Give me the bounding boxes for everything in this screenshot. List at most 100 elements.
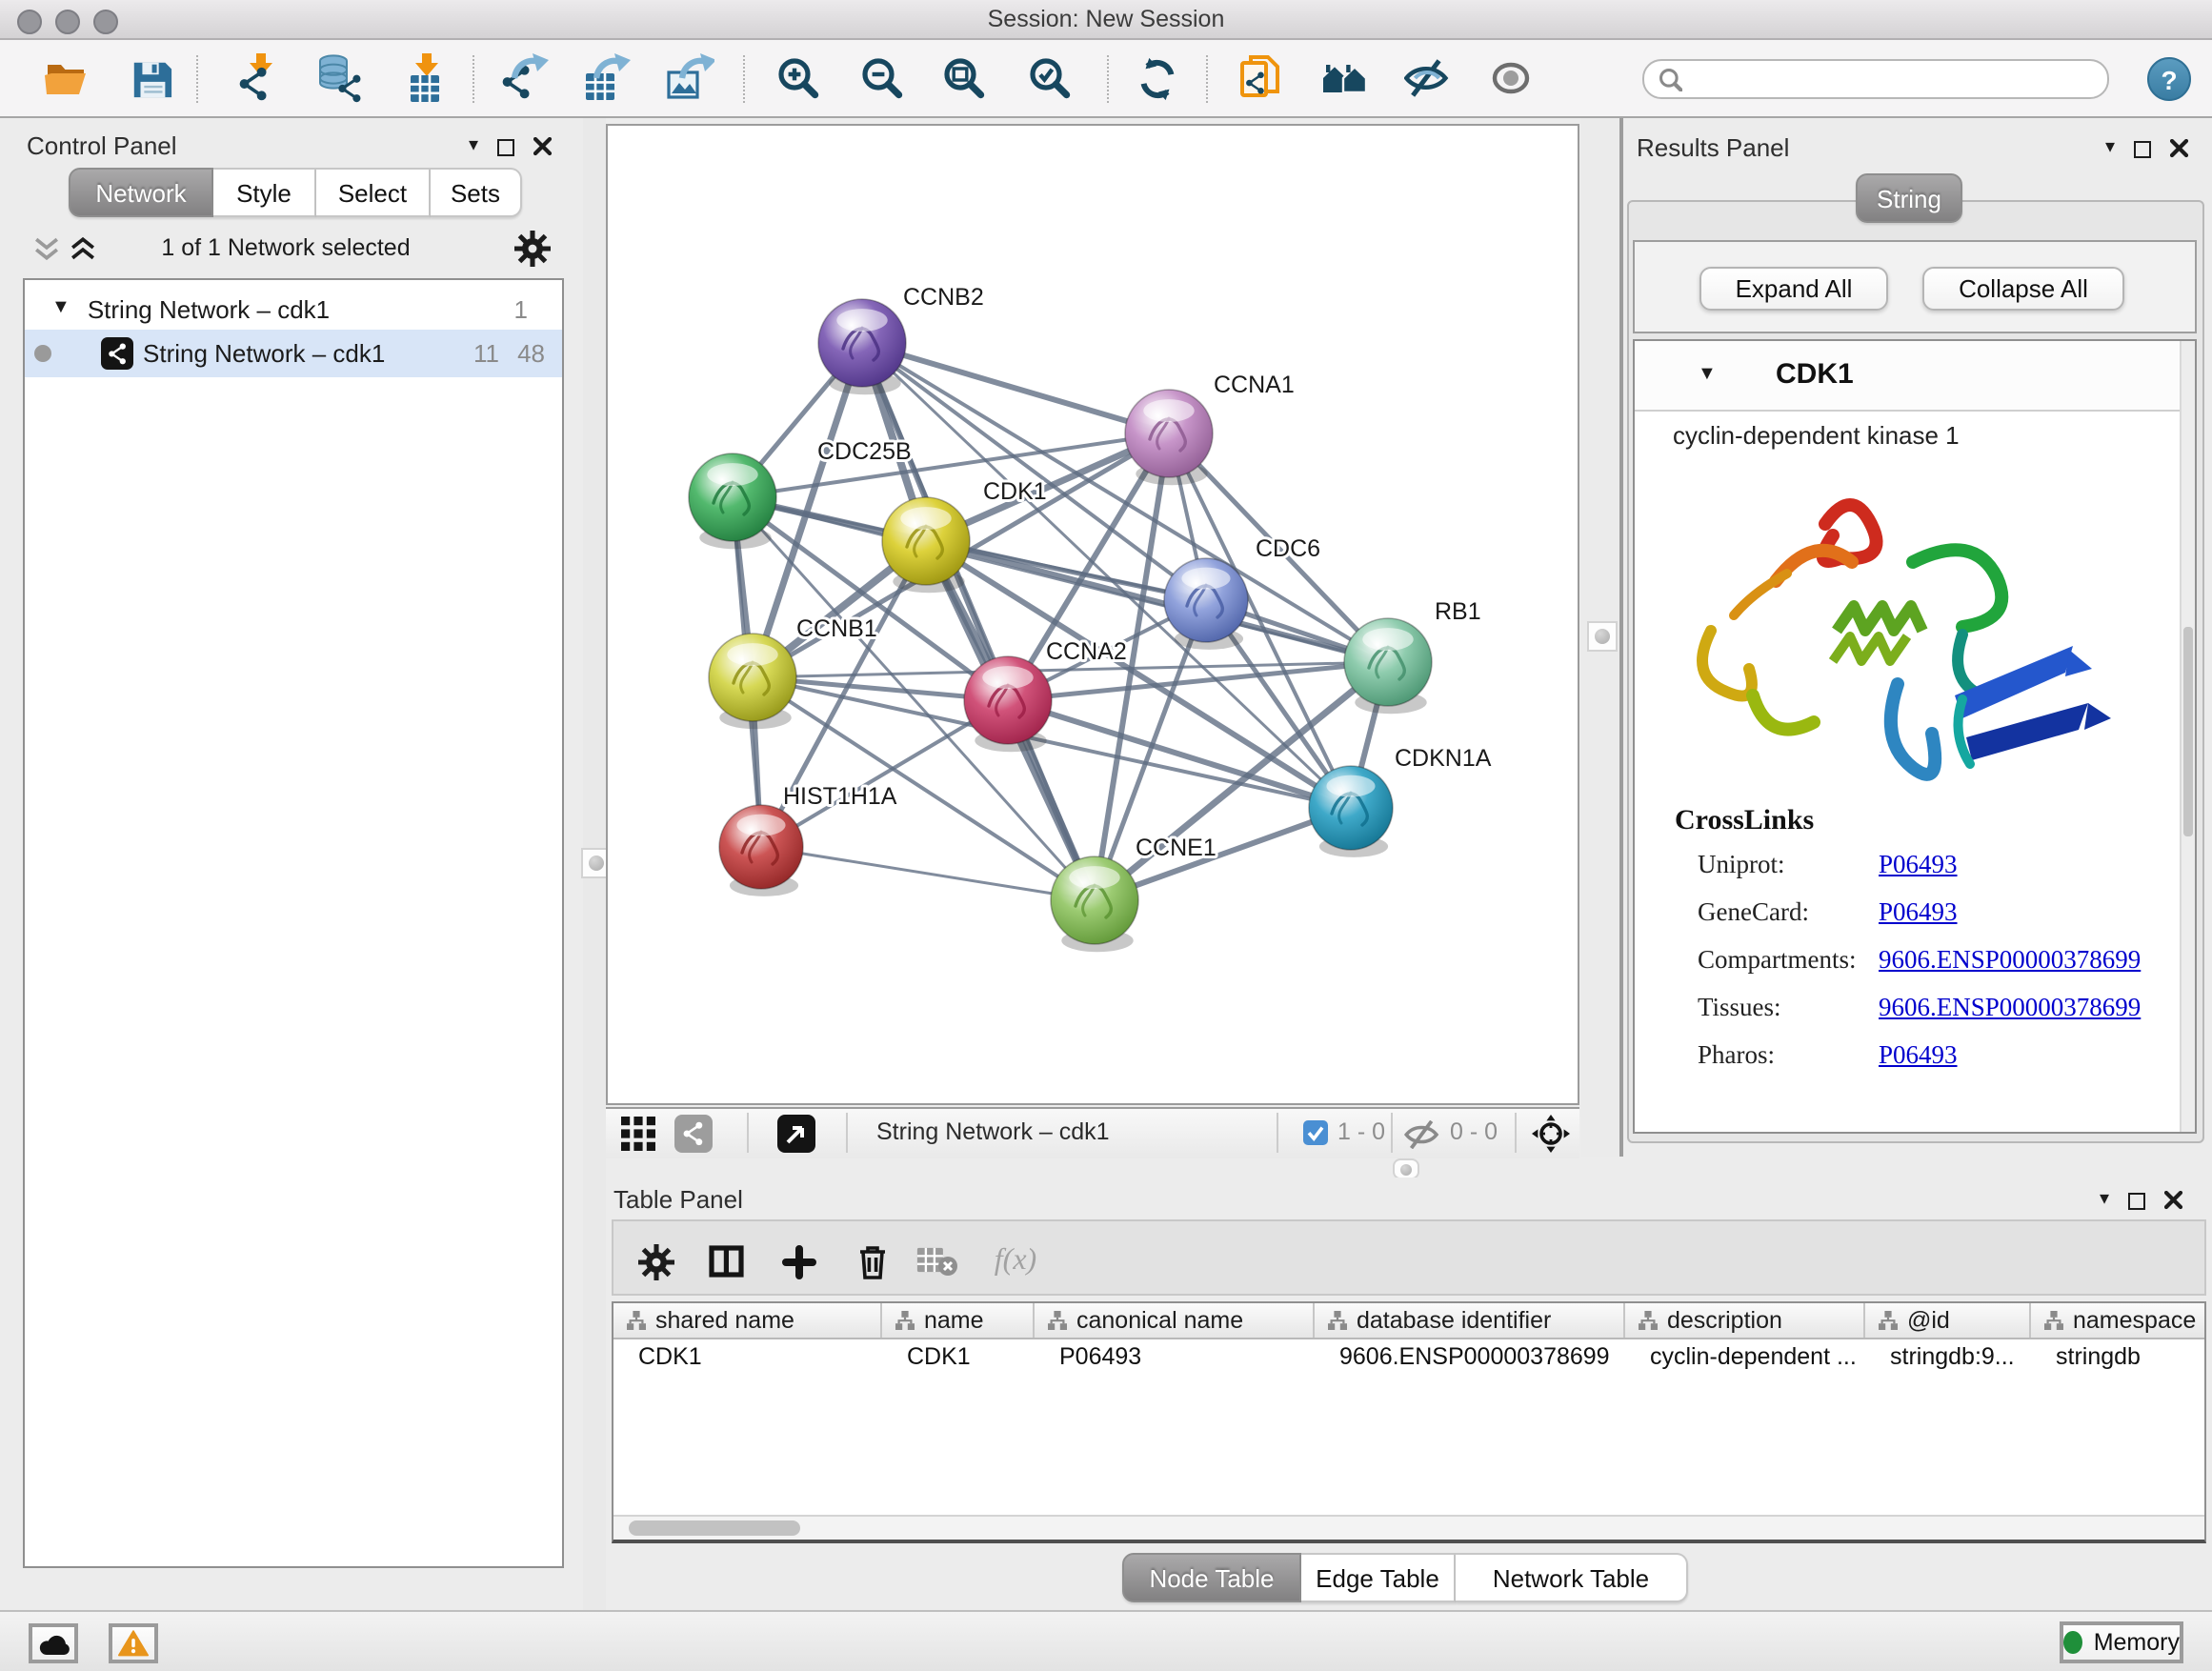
tab-select[interactable]: Select — [316, 168, 431, 217]
node-label-CCNB1: CCNB1 — [796, 615, 877, 642]
tab-network[interactable]: Network — [69, 168, 213, 217]
expand-all-networks-icon[interactable] — [70, 236, 95, 261]
float-panel-icon[interactable] — [2134, 140, 2151, 157]
create-column-icon[interactable] — [775, 1238, 821, 1284]
hidden-eye-icon[interactable] — [1404, 1120, 1440, 1149]
tab-sets[interactable]: Sets — [431, 168, 522, 217]
tab-node-table[interactable]: Node Table — [1122, 1553, 1301, 1602]
save-session-icon[interactable] — [126, 53, 175, 103]
memory-button[interactable]: Memory — [2060, 1621, 2183, 1663]
close-panel-icon[interactable] — [2164, 1191, 2183, 1210]
zoom-out-icon[interactable] — [857, 53, 907, 103]
show-columns-icon[interactable] — [703, 1238, 749, 1284]
node-CCNE1[interactable] — [1051, 856, 1138, 952]
export-image-icon[interactable] — [665, 53, 714, 103]
close-panel-icon[interactable] — [2170, 139, 2189, 158]
node-CCNA1[interactable] — [1125, 390, 1213, 485]
grid-view-icon[interactable] — [621, 1117, 655, 1151]
tissues-link[interactable]: 9606.ENSP00000378699 — [1879, 993, 2141, 1023]
hidden-counts: 0 - 0 — [1450, 1118, 1498, 1145]
node-CDC25B[interactable] — [689, 453, 776, 549]
splitter-grip[interactable] — [1587, 621, 1618, 652]
network-options-gear-icon[interactable] — [514, 231, 551, 267]
node-CDC6[interactable] — [1164, 558, 1248, 650]
warning-status-button[interactable] — [109, 1623, 158, 1663]
collapse-panel-icon[interactable]: ▾ — [2100, 1191, 2109, 1210]
help-button[interactable]: ? — [2147, 57, 2191, 101]
node-CCNB1[interactable] — [709, 634, 796, 729]
node-CDK1[interactable] — [882, 497, 970, 593]
collapse-card-icon[interactable]: ▼ — [1698, 366, 1717, 385]
protein-card-header[interactable]: ▼ CDK1 — [1635, 341, 2195, 412]
refresh-icon[interactable] — [1132, 53, 1181, 103]
zoom-in-icon[interactable] — [774, 53, 823, 103]
column-header-database-identifier[interactable]: database identifier — [1315, 1303, 1625, 1338]
collapse-panel-icon[interactable]: ▾ — [469, 137, 478, 156]
search-box[interactable] — [1642, 59, 2109, 99]
node-CCNB2[interactable] — [818, 299, 906, 394]
function-builder-icon[interactable]: f(x) — [983, 1238, 1048, 1284]
detach-view-icon[interactable] — [777, 1115, 815, 1153]
cloud-status-button[interactable] — [29, 1623, 78, 1663]
horizontal-splitter[interactable] — [606, 1157, 2212, 1178]
export-table-icon[interactable] — [581, 53, 631, 103]
collapse-all-button[interactable]: Collapse All — [1922, 267, 2124, 311]
tab-edge-table[interactable]: Edge Table — [1301, 1553, 1456, 1602]
node-RB1[interactable] — [1344, 618, 1432, 714]
node-CDKN1A[interactable] — [1309, 766, 1393, 857]
network-row-selected[interactable]: String Network – cdk1 11 48 — [25, 330, 562, 377]
scrollbar-thumb[interactable] — [2183, 627, 2193, 836]
column-header-id[interactable]: @id — [1865, 1303, 2031, 1338]
column-header-canonical-name[interactable]: canonical name — [1035, 1303, 1315, 1338]
float-panel-icon[interactable] — [2128, 1192, 2145, 1209]
edge-CCNA2-CDKN1A[interactable] — [1008, 700, 1351, 808]
column-header-description[interactable]: description — [1625, 1303, 1865, 1338]
results-tab-string[interactable]: String — [1856, 173, 1962, 219]
hide-selected-icon[interactable] — [1402, 53, 1452, 103]
edge-HIST1H1A-CCNE1[interactable] — [761, 847, 1095, 900]
selected-checkbox-icon[interactable] — [1303, 1120, 1328, 1145]
collapse-all-networks-icon[interactable] — [34, 236, 59, 261]
uniprot-link[interactable]: P06493 — [1879, 850, 1958, 880]
import-table-icon[interactable] — [400, 53, 450, 103]
network-canvas[interactable]: CCNB2CCNA1CDC25BCDK1CDC6RB1CCNB1CCNA2CDK… — [606, 124, 1579, 1105]
open-panels-icon[interactable] — [1237, 53, 1286, 103]
column-header-namespace[interactable]: namespace — [2031, 1303, 2204, 1338]
left-splitter[interactable] — [583, 118, 606, 1610]
collection-expander-icon[interactable]: ▼ — [51, 299, 70, 318]
birds-eye-view-icon[interactable] — [1532, 1115, 1570, 1153]
import-network-from-database-icon[interactable] — [314, 53, 364, 103]
column-header-name[interactable]: name — [882, 1303, 1035, 1338]
column-header-shared-name[interactable]: shared name — [613, 1303, 882, 1338]
network-collection-row[interactable]: ▼ String Network – cdk1 1 — [25, 288, 562, 330]
tab-network-table[interactable]: Network Table — [1456, 1553, 1688, 1602]
zoom-selected-icon[interactable] — [1025, 53, 1075, 103]
export-network-icon[interactable] — [499, 53, 549, 103]
collapse-panel-icon[interactable]: ▾ — [2105, 139, 2115, 158]
search-input[interactable] — [1692, 64, 2107, 94]
pharos-link[interactable]: P06493 — [1879, 1040, 1958, 1071]
scrollbar-thumb[interactable] — [629, 1520, 800, 1536]
float-panel-icon[interactable] — [497, 138, 514, 155]
tab-style[interactable]: Style — [213, 168, 316, 217]
zoom-fit-icon[interactable] — [939, 53, 989, 103]
splitter-grip[interactable] — [1393, 1158, 1419, 1179]
expand-all-button[interactable]: Expand All — [1699, 267, 1888, 311]
results-scrollbar[interactable] — [2180, 341, 2195, 1132]
open-file-icon[interactable] — [40, 53, 90, 103]
right-splitter[interactable] — [1581, 118, 1619, 1166]
close-panel-icon[interactable] — [533, 137, 553, 156]
home-icon[interactable] — [1320, 53, 1370, 103]
show-all-icon[interactable] — [1486, 53, 1536, 103]
delete-table-icon[interactable] — [915, 1238, 960, 1284]
compartments-link[interactable]: 9606.ENSP00000378699 — [1879, 945, 2141, 976]
import-network-icon[interactable] — [234, 53, 284, 103]
genecard-link[interactable]: P06493 — [1879, 897, 1958, 928]
node-HIST1H1A[interactable] — [719, 805, 803, 896]
table-horizontal-scrollbar[interactable] — [613, 1515, 2204, 1540]
node-CCNA2[interactable] — [964, 656, 1052, 752]
table-row[interactable]: CDK1 CDK1 P06493 9606.ENSP00000378699 cy… — [613, 1339, 2204, 1372]
network-view-icon[interactable] — [674, 1115, 713, 1153]
delete-column-trash-icon[interactable] — [850, 1238, 895, 1284]
table-settings-gear-icon[interactable] — [633, 1238, 678, 1284]
